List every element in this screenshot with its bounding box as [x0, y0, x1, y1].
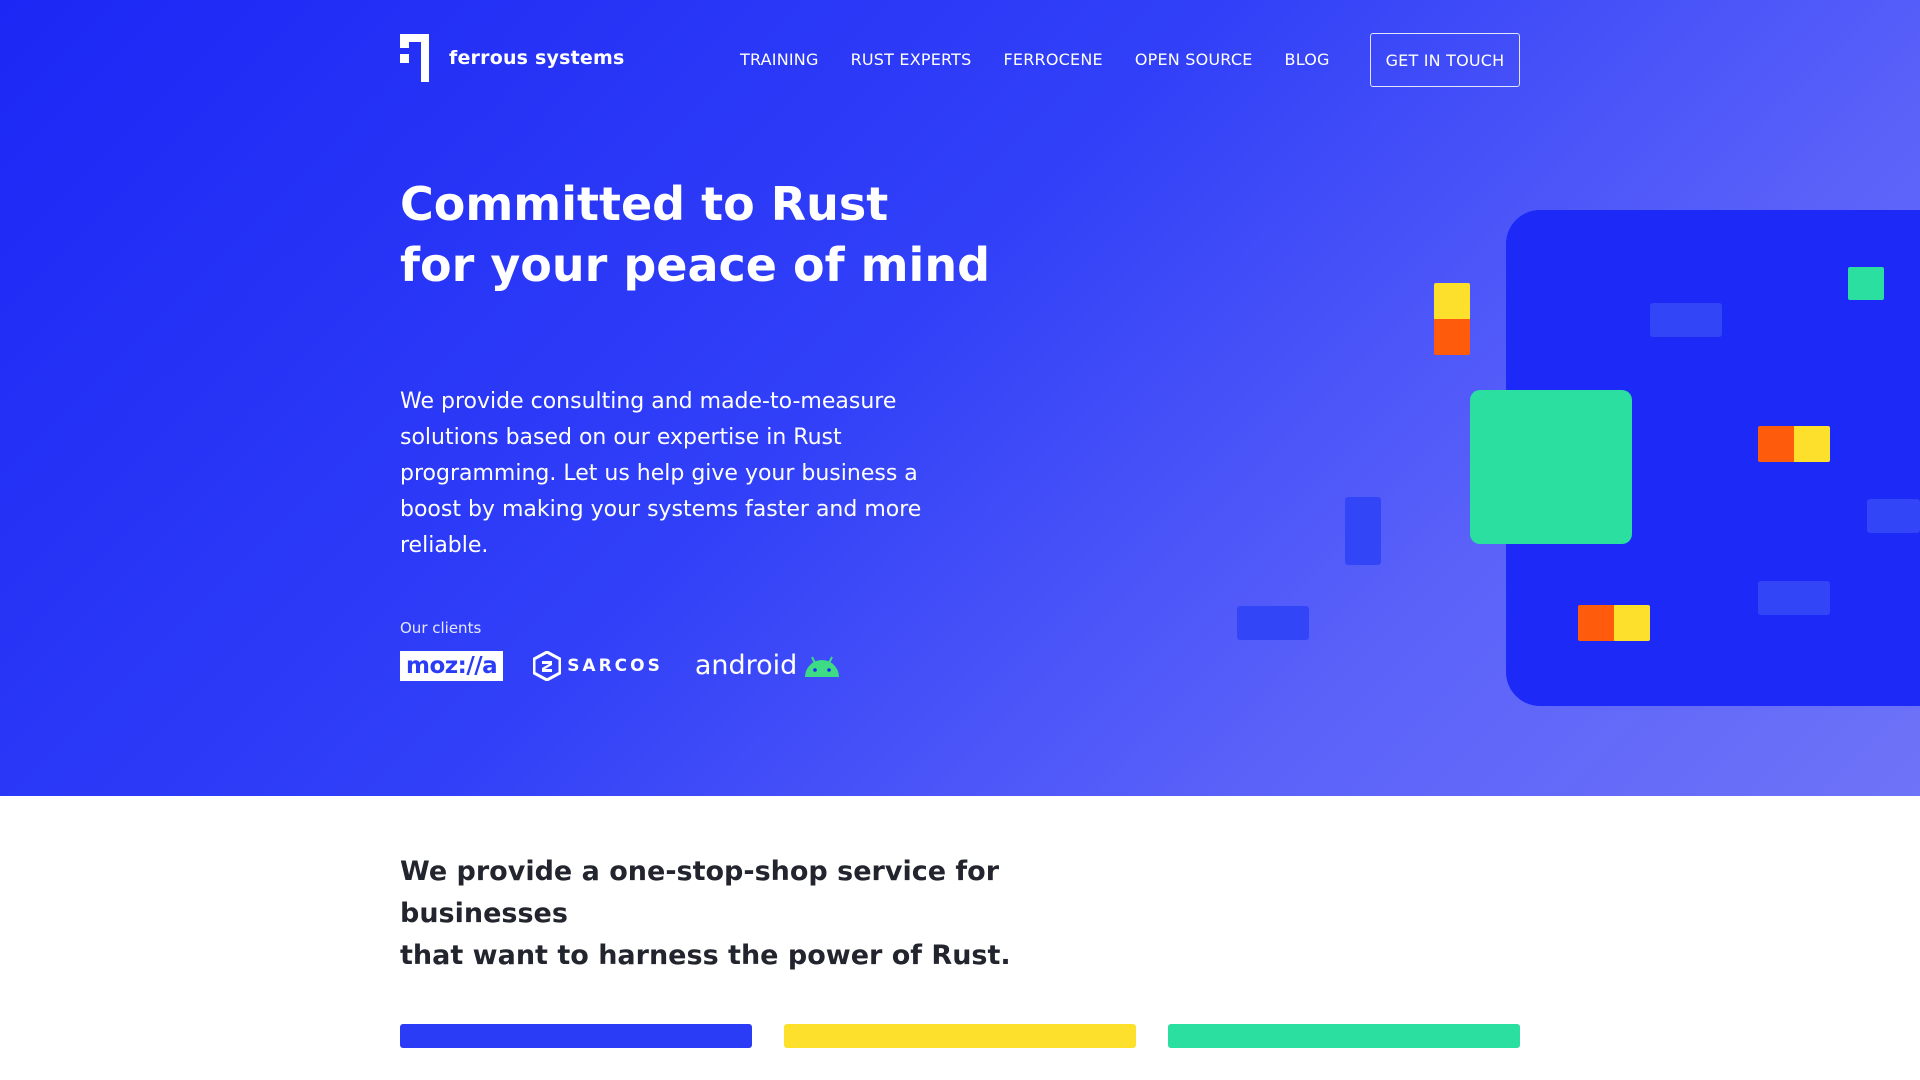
clients-label: Our clients — [400, 619, 482, 637]
nav-item-open-source[interactable]: OPEN SOURCE — [1135, 50, 1253, 69]
main-nav: TRAINING RUST EXPERTS FERROCENE OPEN SOU… — [740, 33, 1362, 85]
hero-headline-line2: for your peace of mind — [400, 238, 991, 292]
deco-block-yellow-3 — [1614, 605, 1650, 641]
accent-bar-green — [1168, 1024, 1520, 1048]
hero-headline-line1: Committed to Rust — [400, 177, 889, 231]
deco-block-yellow-1 — [1434, 283, 1470, 319]
ferrous-logo-icon — [400, 34, 429, 82]
android-robot-icon — [805, 656, 840, 677]
section-tagline-line1: We provide a one-stop-shop service for b… — [400, 856, 1000, 929]
section-tagline-line2: that want to harness the power of Rust. — [400, 940, 1011, 971]
android-logo-text: android — [694, 650, 798, 681]
nav-item-blog[interactable]: BLOG — [1285, 50, 1330, 69]
deco-block-orange-1 — [1434, 319, 1470, 355]
section-tagline: We provide a one-stop-shop service for b… — [400, 851, 1160, 977]
brand-name: ferrous systems — [449, 47, 625, 69]
hero-section: ferrous systems TRAINING RUST EXPERTS FE… — [0, 0, 1920, 796]
brand-logo[interactable]: ferrous systems — [400, 34, 624, 82]
deco-block-yellow-2 — [1794, 426, 1830, 462]
nav-item-ferrocene[interactable]: FERROCENE — [1004, 50, 1103, 69]
deco-block-blue-4 — [1758, 581, 1830, 615]
deco-block-green-small — [1848, 267, 1884, 300]
get-in-touch-button[interactable]: GET IN TOUCH — [1370, 33, 1520, 87]
mozilla-logo: moz://a — [400, 650, 504, 681]
sarcos-logo: SARCOS — [533, 650, 663, 681]
hero-lead-text: We provide consulting and made-to-measur… — [400, 389, 922, 558]
deco-block-blue-3 — [1237, 606, 1309, 640]
nav-item-training[interactable]: TRAINING — [740, 50, 819, 69]
deco-block-blue-2 — [1345, 497, 1381, 565]
android-logo: android — [695, 650, 841, 681]
deco-block-orange-2 — [1758, 426, 1794, 462]
deco-block-blue-1 — [1650, 303, 1722, 337]
accent-bar-yellow — [784, 1024, 1136, 1048]
accent-bar-blue — [400, 1024, 752, 1048]
sarcos-logo-icon — [533, 650, 562, 681]
deco-block-blue-5 — [1867, 499, 1920, 533]
deco-block-orange-3 — [1578, 605, 1614, 641]
hero-headline: Committed to Rust for your peace of mind — [400, 174, 1040, 296]
nav-item-rust-experts[interactable]: RUST EXPERTS — [851, 50, 972, 69]
client-logos: moz://a SARCOS android — [400, 650, 841, 681]
sarcos-logo-text: SARCOS — [567, 655, 663, 676]
deco-block-green-large — [1470, 390, 1632, 544]
